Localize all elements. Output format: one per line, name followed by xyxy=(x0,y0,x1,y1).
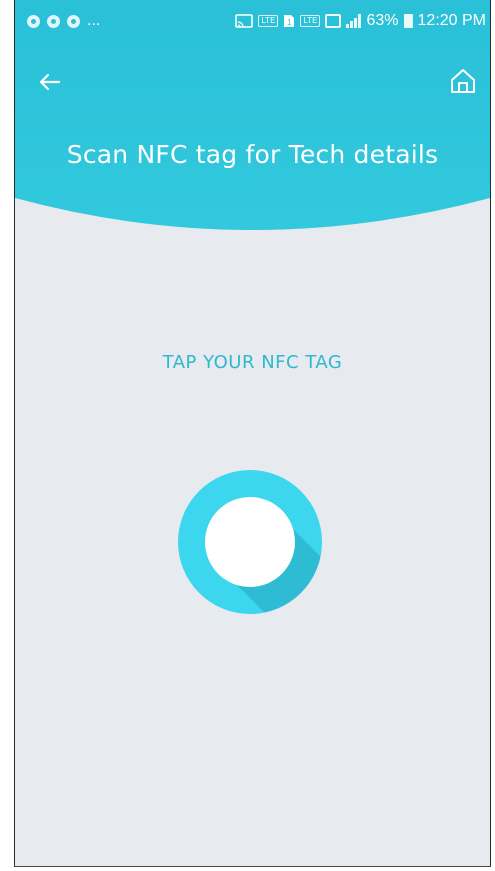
battery-icon xyxy=(403,14,413,28)
cast-icon xyxy=(235,14,254,28)
nfc-ring-icon[interactable] xyxy=(170,462,330,622)
notification-icon xyxy=(67,14,80,28)
notification-icon xyxy=(27,14,40,28)
app-screen: ... LTE 1 LTE 63% 12:20 PM Scan NFC tag … xyxy=(14,0,491,867)
status-right: LTE 1 LTE 63% 12:20 PM xyxy=(235,12,486,30)
volte-icon: LTE xyxy=(258,15,279,27)
svg-text:1: 1 xyxy=(287,18,292,27)
sim-icon: 1 xyxy=(284,15,295,27)
nfc-instruction: TAP YOUR NFC TAG xyxy=(162,352,343,373)
signal-icon xyxy=(346,14,362,28)
data-icon xyxy=(325,14,342,28)
page-title: Scan NFC tag for Tech details xyxy=(66,140,439,169)
notification-overflow: ... xyxy=(87,12,101,29)
status-bar: ... LTE 1 LTE 63% 12:20 PM xyxy=(15,0,490,40)
home-icon[interactable] xyxy=(446,64,480,98)
header: ... LTE 1 LTE 63% 12:20 PM Scan NFC tag … xyxy=(15,0,490,240)
clock: 12:20 PM xyxy=(417,12,486,29)
arrow-left-icon[interactable] xyxy=(33,66,65,98)
lte-icon: LTE xyxy=(300,15,321,27)
status-left: ... xyxy=(27,12,100,30)
notification-icon xyxy=(47,14,60,28)
battery-percent: 63% xyxy=(366,12,399,29)
